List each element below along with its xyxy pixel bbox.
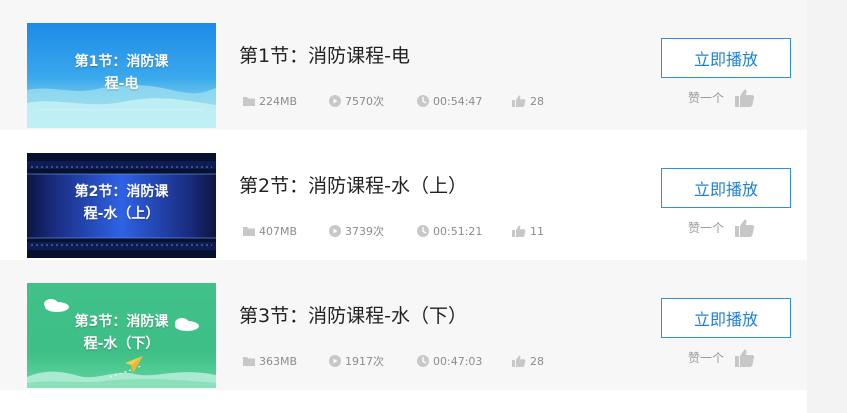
lesson-list: 第1节：消防课 程-电 第1节：消防课程-电 224MB 7570次 00:54… (0, 0, 807, 413)
lesson-row: 第2节：消防课 程-水（上） 第2节：消防课程-水（上） 407MB 3739次 (0, 130, 807, 260)
file-size: 407MB (242, 223, 297, 239)
thumbnail-title: 第1节：消防课 程-电 (27, 51, 216, 95)
clock-icon (417, 225, 429, 237)
thumbnail-title-line: 第2节：消防课 (74, 184, 169, 200)
like-count-value: 11 (530, 224, 544, 238)
thumbnail-title-line: 程-水（上） (83, 206, 160, 222)
duration: 00:51:21 (416, 223, 482, 239)
duration-value: 00:54:47 (433, 94, 483, 108)
duration: 00:54:47 (416, 93, 482, 109)
folder-icon (243, 357, 255, 366)
file-size: 224MB (242, 93, 297, 109)
clock-icon (417, 355, 429, 367)
thumbs-up-icon (512, 225, 526, 237)
thumbs-up-icon (735, 89, 755, 107)
thumbs-up-icon (512, 95, 526, 107)
file-size-value: 363MB (259, 354, 298, 368)
like-button[interactable]: 赞一个 (688, 87, 756, 109)
folder-icon (243, 97, 255, 106)
like-count: 28 (511, 353, 544, 369)
duration: 00:47:03 (416, 353, 482, 369)
thumbs-up-icon (512, 355, 526, 367)
duration-value: 00:51:21 (433, 224, 483, 238)
like-count: 28 (511, 93, 544, 109)
play-count: 3739次 (328, 223, 384, 239)
thumbnail-title: 第3节：消防课 程-水（下） (27, 311, 216, 355)
like-button[interactable]: 赞一个 (688, 347, 756, 369)
thumbnail-title-line: 程-水（下） (83, 336, 160, 352)
lesson-row: 第3节：消防课 程-水（下） 第3节：消防课程-水（下） 363MB 1917次 (0, 260, 807, 390)
lesson-thumbnail[interactable]: 第1节：消防课 程-电 (27, 23, 216, 128)
play-circle-icon (329, 355, 341, 367)
right-gutter (807, 0, 847, 413)
play-circle-icon (329, 225, 341, 237)
thumbs-up-icon (735, 349, 755, 367)
lesson-thumbnail[interactable]: 第2节：消防课 程-水（上） (27, 153, 216, 258)
lesson-title[interactable]: 第1节：消防课程-电 (239, 41, 410, 68)
like-count-value: 28 (530, 94, 544, 108)
play-now-button[interactable]: 立即播放 (661, 298, 791, 338)
play-now-button[interactable]: 立即播放 (661, 168, 791, 208)
play-count: 7570次 (328, 93, 384, 109)
play-count: 1917次 (328, 353, 384, 369)
play-count-value: 7570次 (345, 95, 384, 108)
duration-value: 00:47:03 (433, 354, 483, 368)
lesson-title[interactable]: 第3节：消防课程-水（下） (239, 301, 467, 328)
play-circle-icon (329, 95, 341, 107)
lesson-title[interactable]: 第2节：消防课程-水（上） (239, 171, 467, 198)
like-button[interactable]: 赞一个 (688, 217, 756, 239)
like-button-label: 赞一个 (688, 351, 725, 365)
play-count-value: 3739次 (345, 225, 384, 238)
play-now-button[interactable]: 立即播放 (661, 38, 791, 78)
thumbnail-title-line: 程-电 (104, 76, 139, 92)
like-count: 11 (511, 223, 544, 239)
like-button-label: 赞一个 (688, 91, 725, 105)
like-button-label: 赞一个 (688, 221, 725, 235)
play-count-value: 1917次 (345, 355, 384, 368)
lesson-thumbnail[interactable]: 第3节：消防课 程-水（下） (27, 283, 216, 388)
thumbnail-title-line: 第3节：消防课 (74, 314, 169, 330)
file-size-value: 407MB (259, 224, 298, 238)
like-count-value: 28 (530, 354, 544, 368)
thumbs-up-icon (735, 219, 755, 237)
thumbnail-title-line: 第1节：消防课 (74, 54, 169, 70)
clock-icon (417, 95, 429, 107)
file-size-value: 224MB (259, 94, 298, 108)
folder-icon (243, 227, 255, 236)
file-size: 363MB (242, 353, 297, 369)
lesson-row: 第1节：消防课 程-电 第1节：消防课程-电 224MB 7570次 00:54… (0, 0, 807, 130)
thumbnail-title: 第2节：消防课 程-水（上） (27, 181, 216, 225)
